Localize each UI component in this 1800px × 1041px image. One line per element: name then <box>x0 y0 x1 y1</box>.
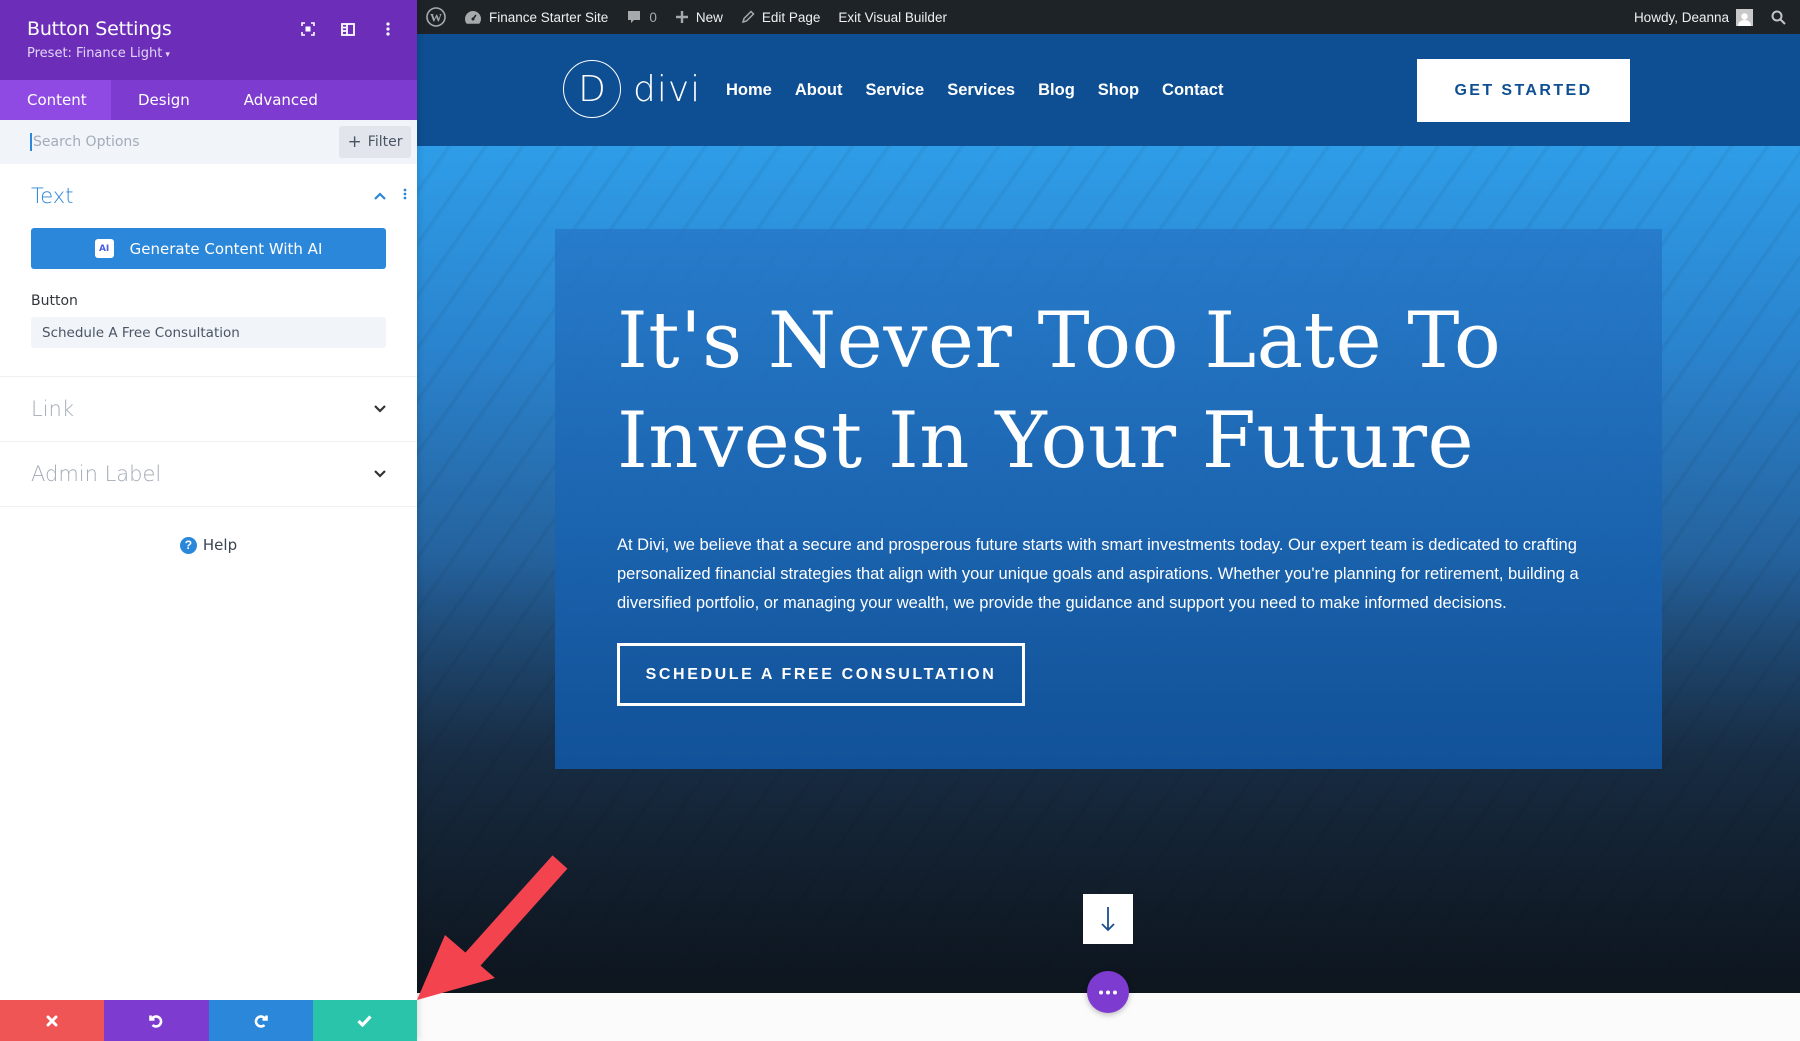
chevron-down-icon[interactable] <box>373 467 387 481</box>
site-name-link[interactable]: Finance Starter Site <box>455 0 617 34</box>
tab-advanced[interactable]: Advanced <box>217 80 345 120</box>
exit-visual-builder-link[interactable]: Exit Visual Builder <box>829 0 956 34</box>
new-label: New <box>695 9 723 25</box>
panel-actions <box>0 1000 417 1041</box>
chevron-up-icon[interactable] <box>373 189 387 203</box>
site-logo[interactable]: D divi <box>563 60 701 118</box>
nav-blog[interactable]: Blog <box>1038 81 1075 100</box>
main-nav: Home About Service Services Blog Shop Co… <box>726 34 1223 146</box>
section-admin-label-toggle[interactable]: Admin Label <box>0 442 417 506</box>
section-text-title: Text <box>31 184 74 208</box>
search-button[interactable] <box>1762 0 1800 34</box>
logo-wordmark: divi <box>633 68 702 110</box>
nav-contact[interactable]: Contact <box>1162 81 1223 100</box>
generate-ai-label: Generate Content With AI <box>129 239 323 258</box>
comment-icon <box>628 11 641 23</box>
greeting: Howdy, Deanna <box>1633 9 1729 25</box>
ai-icon: AI <box>94 239 114 258</box>
nav-shop[interactable]: Shop <box>1098 81 1139 100</box>
caret-down-icon: ▾ <box>165 50 170 60</box>
visual-builder: Button Settings Preset: Finance Light ▾ C… <box>0 0 1800 1041</box>
panel-header: Button Settings Preset: Finance Light ▾ <box>0 0 417 80</box>
button-text-input[interactable] <box>31 317 386 348</box>
search-options-input[interactable] <box>30 133 330 151</box>
logo-mark: D <box>563 60 621 118</box>
section-link-toggle[interactable]: Link <box>0 377 417 441</box>
hero-section: It's Never Too Late To Invest In Your Fu… <box>417 146 1800 993</box>
redo-button[interactable] <box>208 1000 313 1041</box>
tab-content[interactable]: Content <box>0 80 111 120</box>
preset-label: Preset: Finance Light <box>27 46 163 61</box>
get-started-button[interactable]: GET STARTED <box>1417 59 1630 122</box>
settings-panel: Button Settings Preset: Finance Light ▾ C… <box>0 0 417 1041</box>
button-text-label: Button <box>31 293 78 309</box>
builder-more-button[interactable] <box>1087 971 1129 1013</box>
section-text-toggle[interactable]: Text <box>0 164 417 228</box>
plus-icon <box>675 11 688 23</box>
undo-icon <box>149 1014 163 1028</box>
focus-icon[interactable] <box>299 20 317 38</box>
hero-content-box: It's Never Too Late To Invest In Your Fu… <box>555 229 1662 769</box>
search-bar: + Filter <box>0 120 417 164</box>
dashboard-icon <box>465 11 481 24</box>
search-icon <box>1771 10 1786 25</box>
generate-ai-button[interactable]: AI Generate Content With AI <box>31 228 386 269</box>
tab-design[interactable]: Design <box>111 80 217 120</box>
new-content-link[interactable]: New <box>666 0 732 34</box>
section-link-title: Link <box>31 397 75 421</box>
close-icon <box>46 1015 58 1026</box>
wordpress-menu[interactable]: W <box>417 0 455 34</box>
exit-visual-builder-label: Exit Visual Builder <box>838 9 947 25</box>
pencil-icon <box>741 10 755 24</box>
site-name: Finance Starter Site <box>489 9 609 25</box>
account-menu[interactable]: Howdy, Deanna <box>1625 0 1762 34</box>
site-header: D divi Home About Service Services Blog … <box>417 34 1800 146</box>
help-link[interactable]: ? Help <box>0 536 417 554</box>
nav-home[interactable]: Home <box>726 81 772 100</box>
svg-text:W: W <box>430 11 442 25</box>
arrow-down-icon <box>1101 907 1115 932</box>
hero-description: At Divi, we believe that a secure and pr… <box>617 536 1579 612</box>
hero-title-line1: It's Never Too Late To <box>617 296 1502 386</box>
plus-icon: + <box>347 132 362 152</box>
filter-button[interactable]: + Filter <box>339 126 411 158</box>
undo-button[interactable] <box>104 1000 209 1041</box>
nav-about[interactable]: About <box>795 81 843 100</box>
section-admin-label-title: Admin Label <box>31 462 162 486</box>
split-view-icon[interactable] <box>339 20 357 38</box>
more-vertical-icon[interactable] <box>379 20 397 38</box>
filter-label: Filter <box>367 134 403 150</box>
scroll-down-button[interactable] <box>1083 894 1133 944</box>
checkmark-icon <box>357 1014 373 1027</box>
nav-services[interactable]: Services <box>947 81 1015 100</box>
preset-selector[interactable]: Preset: Finance Light ▾ <box>27 46 170 61</box>
help-icon: ? <box>179 536 197 554</box>
panel-tabs: Content Design Advanced <box>0 80 417 120</box>
chevron-down-icon[interactable] <box>373 402 387 416</box>
nav-service[interactable]: Service <box>866 81 925 100</box>
comments-count: 0 <box>649 9 657 25</box>
schedule-consultation-button[interactable]: SCHEDULE A FREE CONSULTATION <box>617 643 1025 706</box>
hero-title: It's Never Too Late To Invest In Your Fu… <box>617 291 1617 491</box>
section-link: Link <box>0 377 417 442</box>
redo-icon <box>254 1014 268 1028</box>
section-text: Text AI Generate Content With AI Button <box>0 164 417 377</box>
section-admin-label: Admin Label <box>0 442 417 507</box>
save-button[interactable] <box>312 1000 417 1041</box>
edit-page-label: Edit Page <box>761 9 821 25</box>
help-label: Help <box>202 536 238 554</box>
wp-admin-bar: W Finance Starter Site 0 New Edit Page E… <box>417 0 1800 34</box>
section-options-icon[interactable] <box>403 188 407 204</box>
wordpress-logo-icon: W <box>426 7 446 27</box>
edit-page-link[interactable]: Edit Page <box>732 0 830 34</box>
more-horizontal-icon <box>1099 990 1117 994</box>
comments-link[interactable]: 0 <box>617 0 666 34</box>
hero-title-line2: Invest In Your Future <box>617 396 1475 486</box>
avatar <box>1736 8 1753 26</box>
cancel-button[interactable] <box>0 1000 105 1041</box>
site-preview: D divi Home About Service Services Blog … <box>417 34 1800 1041</box>
